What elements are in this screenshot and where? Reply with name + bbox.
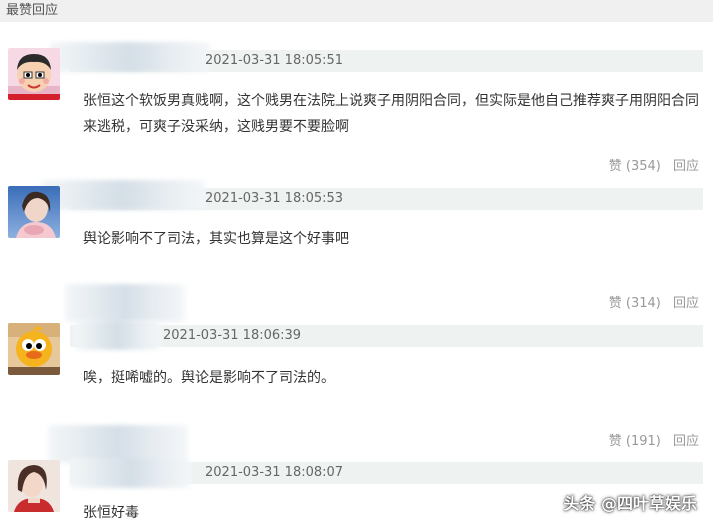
- avatar[interactable]: [8, 186, 60, 238]
- comment-text: 舆论影响不了司法，其实也算是这个好事吧: [83, 231, 349, 247]
- username[interactable]: [65, 284, 185, 322]
- reply-button[interactable]: 回应: [673, 159, 699, 174]
- section-title: 最赞回应: [6, 3, 59, 18]
- comment-actions: 赞 (354) 回应: [601, 158, 699, 176]
- comment-text: 张恒这个软饭男真贱啊，这个贱男在法院上说爽子用阴阳合同，但实际是他自己推荐爽子用…: [83, 93, 699, 135]
- comment-timestamp: 2021-03-31 18:08:07: [205, 465, 344, 480]
- like-button[interactable]: 赞 (354): [609, 159, 661, 174]
- photo-avatar-icon: [8, 186, 60, 238]
- cartoon-avatar-icon: [8, 48, 60, 100]
- comment-actions: 赞 (191) 回应: [601, 433, 699, 451]
- avatar[interactable]: [8, 48, 60, 100]
- username[interactable]: [50, 42, 210, 72]
- avatar[interactable]: [8, 460, 60, 512]
- comment-actions: 赞 (314) 回应: [601, 295, 699, 313]
- avatar[interactable]: [8, 323, 60, 375]
- comment-text: 唉，挺唏嘘的。舆论是影响不了司法的。: [83, 370, 335, 386]
- like-button[interactable]: 赞 (314): [609, 296, 661, 311]
- username[interactable]: [40, 180, 205, 210]
- photo-avatar-icon: [8, 460, 60, 512]
- like-button[interactable]: 赞 (191): [609, 434, 661, 449]
- reply-button[interactable]: 回应: [673, 296, 699, 311]
- comment-timestamp: 2021-03-31 18:05:51: [205, 53, 344, 68]
- username-tail: [75, 320, 160, 350]
- watermark: 头条 @四叶草娱乐: [563, 494, 697, 513]
- reply-button[interactable]: 回应: [673, 434, 699, 449]
- username-tail: [70, 458, 190, 488]
- comment-timestamp: 2021-03-31 18:06:39: [163, 328, 302, 343]
- duck-avatar-icon: [8, 323, 60, 375]
- comment-timestamp: 2021-03-31 18:05:53: [205, 191, 344, 206]
- section-header: 最赞回应: [0, 0, 713, 22]
